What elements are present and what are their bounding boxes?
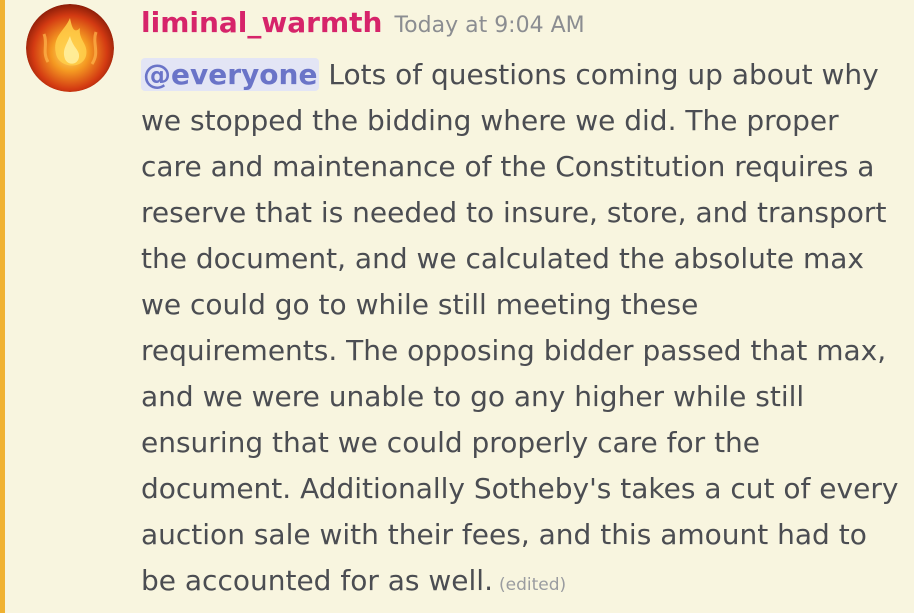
mention-everyone[interactable]: @everyone <box>141 58 320 91</box>
message-content: @everyone Lots of questions coming up ab… <box>141 52 901 608</box>
message-header: liminal_warmth Today at 9:04 AM <box>141 6 585 46</box>
chat-message: liminal_warmth Today at 9:04 AM @everyone… <box>0 0 914 613</box>
avatar[interactable] <box>26 4 114 92</box>
username[interactable]: liminal_warmth <box>141 6 382 39</box>
message-text: Lots of questions coming up about why we… <box>141 58 899 597</box>
flame-avatar-icon <box>26 4 114 92</box>
edited-label: (edited) <box>498 575 567 595</box>
timestamp: Today at 9:04 AM <box>394 13 585 38</box>
